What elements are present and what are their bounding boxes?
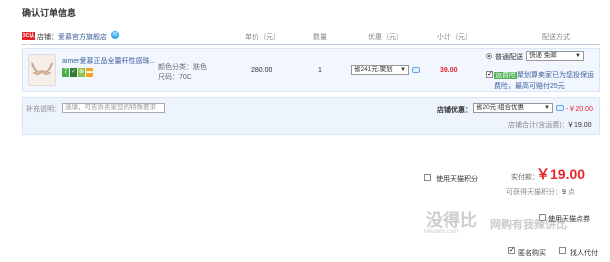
genuine-guarantee-icon: ✓ bbox=[70, 68, 77, 77]
shop-badge: 3C认证 bbox=[22, 32, 35, 47]
item-price: 280.00 bbox=[251, 67, 273, 74]
watermark-logo: 没得比 bbox=[426, 211, 477, 230]
insurance-tag: 运费险 bbox=[494, 72, 517, 79]
anonymous-label: 匿名购买 bbox=[518, 250, 546, 257]
use-tmall-coupon-label: 使用天猫点券 bbox=[548, 216, 590, 223]
use-tmall-coupon-checkbox[interactable] bbox=[539, 214, 546, 221]
shop-discount-amount: -￥20.00 bbox=[566, 106, 593, 113]
chat-icon[interactable]: ✉ bbox=[111, 31, 119, 39]
product-name-link[interactable]: aimer爱慕正品全蕾杆性感珠... bbox=[62, 56, 155, 66]
product-thumbnail[interactable] bbox=[28, 54, 56, 86]
shipping-select[interactable]: 快递 免邮 ▼ bbox=[526, 51, 584, 61]
col-subtotal: 小计（元） bbox=[437, 34, 472, 41]
chevron-down-icon: ▼ bbox=[575, 53, 581, 59]
shipping-insurance: 运费险聚划算卖家已为您投保运费险，最高可赔付25元 bbox=[494, 70, 600, 92]
item-qty: 1 bbox=[318, 67, 322, 74]
memo-label: 补充说明： bbox=[26, 106, 61, 113]
shop-total: ￥19.00 bbox=[567, 122, 592, 129]
comment-icon[interactable] bbox=[412, 67, 420, 73]
shop-info: 店铺：爱慕官方旗舰店 bbox=[37, 32, 107, 42]
product-size: 尺码：70C bbox=[158, 74, 192, 81]
page-title: 确认订单信息 bbox=[22, 8, 77, 18]
item-subtotal: 39.00 bbox=[440, 67, 458, 74]
order-table-header: 单价（元） 数量 优惠（元） 小计（元） 配送方式 bbox=[22, 30, 600, 45]
shop-total-label: 店铺合计(含运费)： bbox=[508, 122, 569, 129]
invoice-icon: ⊕ bbox=[78, 68, 85, 77]
credit-card-icon: ▬ bbox=[86, 68, 93, 77]
shipping-select-value: 快递 免邮 bbox=[529, 52, 557, 59]
points-earn-text: 可获得天猫积分： bbox=[506, 189, 562, 196]
discount-select-value: 省241元:聚划 bbox=[354, 66, 393, 73]
shop-discount-select[interactable]: 省20元:组合优惠 ▼ bbox=[473, 103, 553, 113]
watermark-url: Meidebi.com bbox=[424, 229, 459, 235]
use-tmall-points-label: 使用天猫积分 bbox=[436, 176, 478, 183]
seven-day-return-icon: 7 bbox=[62, 68, 69, 77]
shop-label: 店铺： bbox=[37, 34, 58, 41]
col-shipping: 配送方式 bbox=[542, 34, 570, 41]
points-earn-label: 可获得天猫积分：9 点 bbox=[506, 187, 575, 197]
product-color: 颜色分类：肤色 bbox=[158, 64, 207, 71]
payment-label: 实付款： bbox=[511, 174, 539, 181]
shop-discount-select-value: 省20元:组合优惠 bbox=[476, 104, 525, 111]
shipping-insurance-checkbox[interactable] bbox=[486, 70, 493, 78]
proxy-pay-label: 找人代付 bbox=[570, 250, 598, 257]
use-tmall-points-checkbox[interactable] bbox=[424, 174, 431, 181]
discount-select[interactable]: 省241元:聚划 ▼ bbox=[351, 65, 409, 75]
chevron-down-icon: ▼ bbox=[400, 67, 406, 73]
points-earn-unit: 点 bbox=[567, 189, 575, 196]
col-discount: 优惠（元） bbox=[368, 34, 403, 41]
shipping-radio[interactable] bbox=[486, 53, 492, 59]
proxy-pay-checkbox[interactable] bbox=[559, 247, 566, 254]
payment-amount: ￥19.00 bbox=[536, 166, 586, 182]
chevron-down-icon: ▼ bbox=[544, 105, 550, 111]
comment-icon[interactable] bbox=[556, 105, 564, 111]
points-earn-value: 9 bbox=[562, 189, 566, 196]
shipping-option-label: 普通配送 bbox=[495, 54, 523, 61]
shop-discount-label: 店铺优惠： bbox=[437, 107, 472, 114]
memo-input[interactable]: 选填，可告诉卖家您的特殊要求 bbox=[62, 103, 165, 113]
shop-name-link[interactable]: 爱慕官方旗舰店 bbox=[58, 34, 107, 41]
col-price: 单价（元） bbox=[245, 34, 280, 41]
anonymous-checkbox[interactable] bbox=[508, 246, 515, 254]
service-tags: 7 ✓ ⊕ ▬ bbox=[62, 68, 93, 77]
col-qty: 数量 bbox=[313, 34, 327, 41]
